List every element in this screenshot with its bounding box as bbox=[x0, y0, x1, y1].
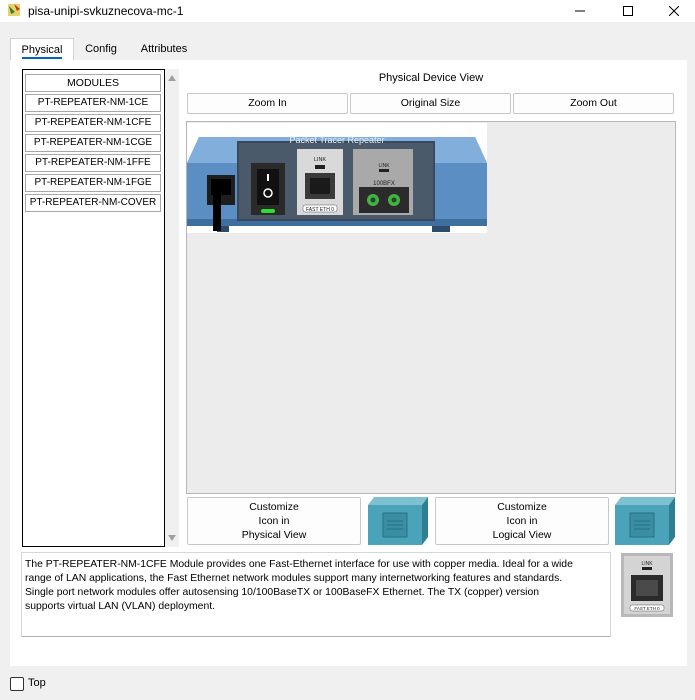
tab-attributes[interactable]: Attributes bbox=[134, 38, 194, 60]
maximize-icon bbox=[623, 6, 633, 16]
modules-list: MODULES PT-REPEATER-NM-1CE PT-REPEATER-N… bbox=[22, 69, 165, 547]
modules-scrollbar[interactable] bbox=[165, 69, 179, 547]
module-item[interactable]: PT-REPEATER-NM-1CE bbox=[25, 94, 161, 112]
logical-view-icon bbox=[615, 497, 675, 545]
original-size-button[interactable]: Original Size bbox=[350, 93, 511, 114]
module-item[interactable]: PT-REPEATER-NM-1CFE bbox=[25, 114, 161, 132]
device-label: Packet Tracer Repeater bbox=[289, 135, 384, 145]
physical-view-icon bbox=[368, 497, 428, 545]
minimize-button[interactable] bbox=[557, 0, 603, 22]
thumb-link-label: LINK bbox=[641, 561, 653, 567]
device-view-canvas[interactable]: Packet Tracer Repeater LINK FAST ETH 0 L… bbox=[186, 121, 676, 494]
top-checkbox-label: Top bbox=[28, 677, 46, 689]
physical-panel: MODULES PT-REPEATER-NM-1CE PT-REPEATER-N… bbox=[10, 60, 687, 666]
minimize-icon bbox=[575, 10, 585, 12]
customize-logical-icon-button[interactable]: Customize Icon in Logical View bbox=[435, 497, 609, 545]
fiber-speed-label: 100BFX bbox=[373, 181, 395, 187]
thumb-port-label: FAST ETH 0 bbox=[634, 606, 660, 611]
module-description: The PT-REPEATER-NM-1CFE Module provides … bbox=[21, 552, 611, 637]
packet-tracer-icon bbox=[8, 4, 20, 16]
top-checkbox[interactable] bbox=[10, 677, 24, 691]
port-name-label: FAST ETH 0 bbox=[306, 207, 334, 213]
module-thumbnail: LINK FAST ETH 0 bbox=[621, 553, 673, 617]
close-button[interactable] bbox=[651, 0, 695, 22]
port-link-label: LINK bbox=[314, 157, 327, 163]
modules-header: MODULES bbox=[25, 74, 161, 92]
tab-config[interactable]: Config bbox=[76, 38, 126, 60]
physical-device-view-title: Physical Device View bbox=[378, 72, 484, 84]
module-item[interactable]: PT-REPEATER-NM-COVER bbox=[25, 194, 161, 212]
customize-physical-icon-button[interactable]: Customize Icon in Physical View bbox=[187, 497, 361, 545]
close-icon bbox=[669, 6, 679, 16]
scroll-down-icon[interactable] bbox=[168, 535, 176, 541]
maximize-button[interactable] bbox=[605, 0, 651, 22]
module-item[interactable]: PT-REPEATER-NM-1FFE bbox=[25, 154, 161, 172]
title-bar: pisa-unipi-svkuznecova-mc-1 bbox=[0, 0, 695, 22]
repeater-device-image: Packet Tracer Repeater LINK FAST ETH 0 L… bbox=[187, 123, 487, 233]
scroll-up-icon[interactable] bbox=[168, 75, 176, 81]
zoom-out-button[interactable]: Zoom Out bbox=[513, 93, 674, 114]
zoom-in-button[interactable]: Zoom In bbox=[187, 93, 348, 114]
module-item[interactable]: PT-REPEATER-NM-1CGE bbox=[25, 134, 161, 152]
module-item[interactable]: PT-REPEATER-NM-1FGE bbox=[25, 174, 161, 192]
tab-physical[interactable]: Physical bbox=[10, 38, 74, 61]
fiber-link-label: LINK bbox=[378, 163, 390, 169]
window-title: pisa-unipi-svkuznecova-mc-1 bbox=[28, 4, 184, 18]
